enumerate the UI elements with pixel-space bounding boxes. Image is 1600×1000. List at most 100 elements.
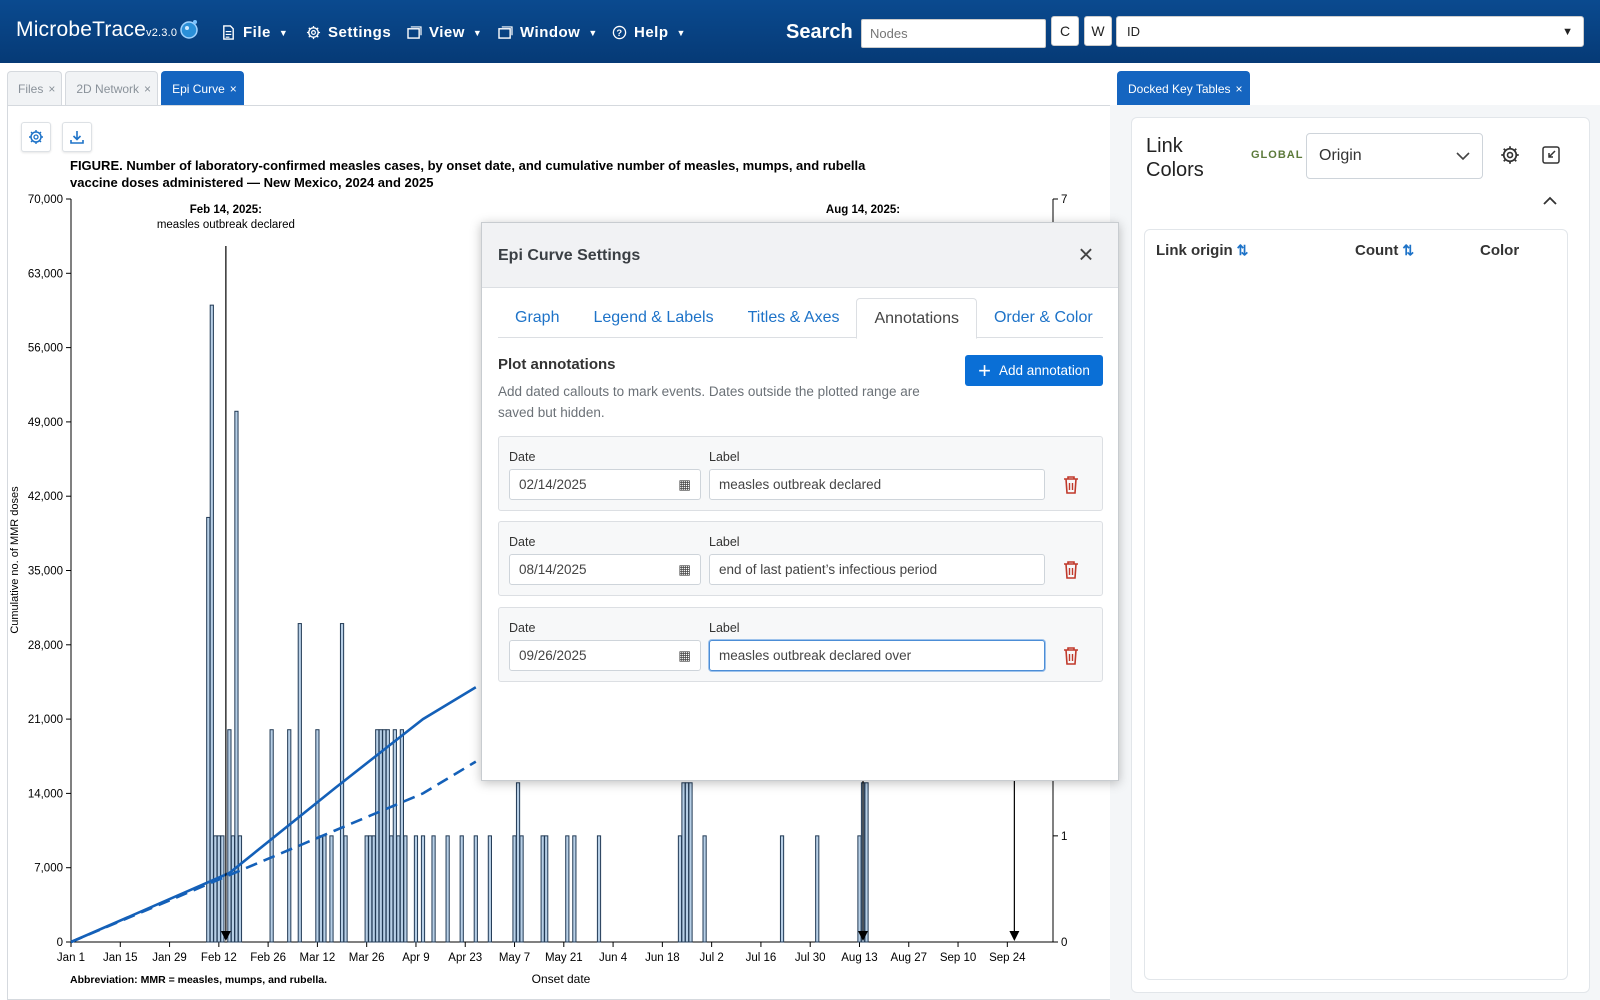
right-y-tick-label: 0 xyxy=(1061,937,1067,949)
trash-icon[interactable] xyxy=(1062,646,1080,666)
label-input[interactable]: measles outbreak declared over xyxy=(709,640,1045,671)
tab-docked-key-tables-label: Docked Key Tables xyxy=(1128,81,1231,96)
x-axis-label: Onset date xyxy=(532,972,591,986)
tab-legend-labels[interactable]: Legend & Labels xyxy=(576,298,730,338)
date-label: Date xyxy=(509,535,536,549)
trash-icon[interactable] xyxy=(1062,475,1080,495)
bar xyxy=(399,729,404,943)
x-tick-label: Feb 26 xyxy=(250,952,286,964)
annotation-date: Aug 14, 2025: xyxy=(826,204,900,216)
bar xyxy=(431,835,436,943)
gear-icon[interactable] xyxy=(1500,145,1520,165)
bar xyxy=(702,835,707,943)
column-header-count[interactable]: Count ⇅ xyxy=(1355,242,1414,259)
sort-icon[interactable]: ⇅ xyxy=(1402,242,1414,258)
x-tick-label: Jan 1 xyxy=(57,952,85,964)
calendar-icon[interactable]: ▦ xyxy=(678,648,691,664)
chart-title-line1: FIGURE. Number of laboratory-confirmed m… xyxy=(70,158,866,173)
column-header-label: Color xyxy=(1480,242,1520,259)
date-input[interactable]: 09/26/2025 ▦ xyxy=(509,640,701,671)
bar xyxy=(269,729,274,943)
chevron-up-icon[interactable] xyxy=(1540,193,1560,209)
bar xyxy=(779,835,785,943)
bar xyxy=(515,782,521,943)
x-tick-label: Jul 30 xyxy=(795,952,826,964)
label-input[interactable]: end of last patient’s infectious period xyxy=(709,554,1045,585)
tab-annotations[interactable]: Annotations xyxy=(856,298,977,339)
x-tick-label: Jun 4 xyxy=(599,952,628,964)
date-input[interactable]: 02/14/2025 ▦ xyxy=(509,469,701,500)
plus-icon: + xyxy=(978,357,991,383)
tab-graph[interactable]: Graph xyxy=(498,298,576,338)
bar xyxy=(343,835,348,943)
tab-titles-axes[interactable]: Titles & Axes xyxy=(731,298,857,338)
settings-tabs: Graph Legend & Labels Titles & Axes Anno… xyxy=(498,298,1103,339)
y-tick-label: 28,000 xyxy=(28,640,63,652)
bar xyxy=(684,782,690,943)
x-tick-label: Sep 24 xyxy=(989,952,1026,964)
x-tick-label: Mar 12 xyxy=(300,952,336,964)
bar xyxy=(371,835,376,943)
bar xyxy=(378,729,383,943)
bar xyxy=(420,835,426,943)
y-tick-label: 14,000 xyxy=(28,788,63,800)
bar xyxy=(815,835,820,943)
dialog-title: Epi Curve Settings xyxy=(498,247,641,264)
bar xyxy=(392,729,397,943)
bar xyxy=(209,304,214,943)
label-input[interactable]: measles outbreak declared xyxy=(709,469,1045,500)
y-tick-label: 35,000 xyxy=(28,566,63,578)
annotation-label: measles outbreak declared xyxy=(157,219,295,231)
calendar-icon[interactable]: ▦ xyxy=(678,477,691,493)
date-label: Date xyxy=(509,621,536,635)
bar xyxy=(287,729,292,943)
column-header-label: Count xyxy=(1355,242,1399,259)
close-icon[interactable]: × xyxy=(1074,241,1098,267)
bar xyxy=(459,835,464,943)
bar xyxy=(544,835,549,943)
right-y-tick-label: 7 xyxy=(1061,194,1067,206)
bar xyxy=(237,835,243,943)
close-icon[interactable]: × xyxy=(1236,82,1243,96)
annotation-row: Date Label 09/26/2025 ▦ measles outbreak … xyxy=(498,607,1103,682)
sort-icon[interactable]: ⇅ xyxy=(1237,242,1249,258)
tab-docked-key-tables[interactable]: Docked Key Tables × xyxy=(1117,71,1250,105)
variable-value: Origin xyxy=(1319,147,1362,164)
bar xyxy=(216,835,221,943)
section-title: Plot annotations xyxy=(498,356,616,373)
tab-order-color[interactable]: Order & Color xyxy=(977,298,1110,338)
date-value: 08/14/2025 xyxy=(519,562,587,577)
bar xyxy=(297,623,302,943)
search-field-select[interactable]: ID ▼ xyxy=(1116,16,1584,47)
bar xyxy=(206,516,211,943)
section-description: Add dated callouts to mark events. Dates… xyxy=(498,384,920,420)
trash-icon[interactable] xyxy=(1062,560,1080,580)
y-tick-label: 42,000 xyxy=(28,491,63,503)
x-tick-label: Jun 18 xyxy=(645,952,680,964)
link-colors-table xyxy=(1144,229,1568,980)
date-input[interactable]: 08/14/2025 ▦ xyxy=(509,554,701,585)
bar xyxy=(322,835,327,943)
x-tick-label: Jul 16 xyxy=(746,952,777,964)
bar xyxy=(234,410,239,943)
add-annotation-button[interactable]: + Add annotation xyxy=(965,355,1103,386)
y-tick-label: 49,000 xyxy=(28,417,63,429)
undock-icon[interactable] xyxy=(1541,145,1561,165)
x-tick-label: Aug 13 xyxy=(841,952,877,964)
x-tick-label: May 21 xyxy=(545,952,583,964)
bar xyxy=(596,835,602,943)
x-tick-label: Jan 15 xyxy=(103,952,138,964)
bar xyxy=(230,835,236,943)
bar xyxy=(364,835,369,943)
bar xyxy=(329,835,334,943)
search-field-value: ID xyxy=(1127,24,1140,39)
link-color-variable-select[interactable]: Origin xyxy=(1306,133,1483,179)
chevron-down-icon xyxy=(1456,151,1470,160)
bar xyxy=(681,782,686,943)
y-tick-label: 21,000 xyxy=(28,714,63,726)
calendar-icon[interactable]: ▦ xyxy=(678,562,691,578)
column-header-link-origin[interactable]: Link origin ⇅ xyxy=(1156,242,1248,259)
label-label: Label xyxy=(709,621,740,635)
bar xyxy=(213,835,218,943)
column-header-label: Link origin xyxy=(1156,242,1233,259)
